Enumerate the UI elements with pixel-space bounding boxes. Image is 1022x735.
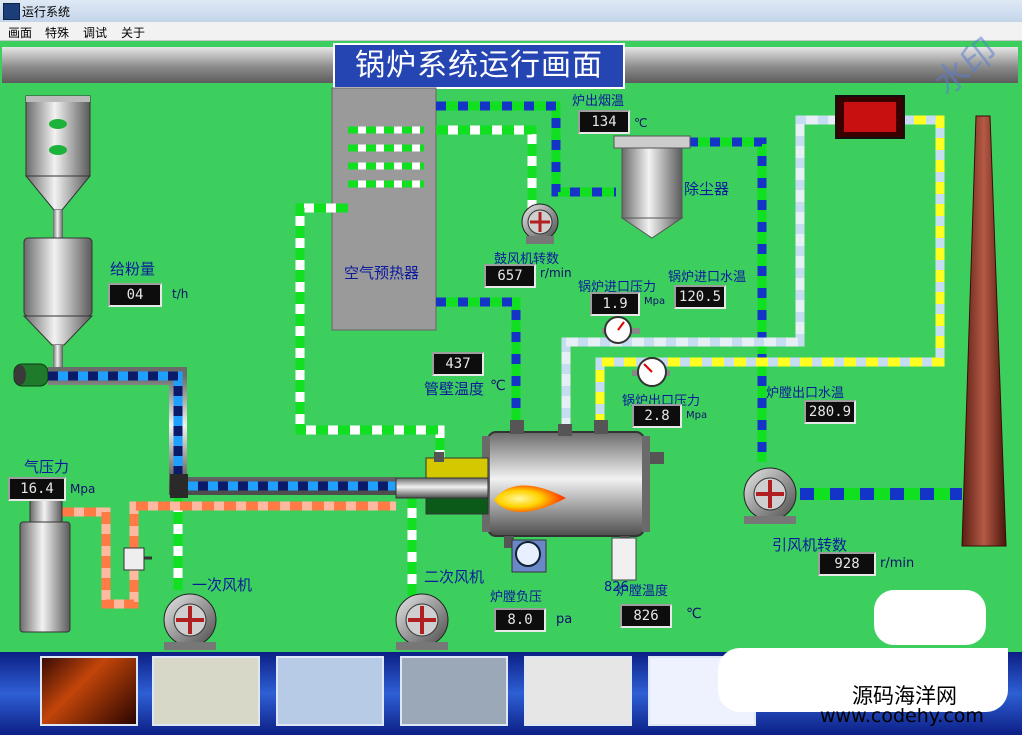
wall-temp-unit: ℃: [490, 378, 506, 394]
blower-speed-value: 657: [484, 264, 536, 288]
outlet-pressure-value: 2.8: [632, 404, 682, 428]
induced-fan: [743, 467, 797, 524]
thumbnail-panel-view[interactable]: [276, 656, 384, 726]
gas-pressure-value: 16.4: [8, 477, 66, 501]
furnace-neg-pressure-unit: pa: [556, 612, 573, 627]
furnace-neg-pressure-label: 炉膛负压: [490, 590, 543, 605]
flue-temp-label: 炉出烟温: [572, 94, 625, 109]
powder-feed-label: 给粉量: [110, 260, 156, 278]
secondary-fan: [395, 593, 449, 650]
blower-speed-unit: r/min: [540, 266, 572, 280]
gas-pressure-unit: Mpa: [70, 482, 96, 496]
preheater-label: 空气预热器: [344, 264, 420, 282]
powder-feed-value: 04: [108, 283, 162, 307]
tee-joint: [170, 474, 188, 498]
coal-hopper-lower: [22, 237, 94, 346]
wall-temp-value: 437: [432, 352, 484, 376]
induced-fan-speed-value: 928: [818, 552, 876, 576]
inlet-pressure-unit: Mpa: [644, 296, 666, 307]
primary-fan-label: 一次风机: [192, 576, 253, 594]
furnace-neg-pressure-value: 8.0: [494, 608, 546, 632]
inlet-water-temp-label: 锅炉进口水温: [668, 270, 747, 285]
feeder-motor: [13, 363, 49, 387]
thumbnail-trend-view[interactable]: [152, 656, 260, 726]
dust-remover: [613, 135, 691, 239]
furnace-temp-unit: ℃: [686, 606, 702, 622]
coal-hopper-upper: [24, 95, 92, 211]
watermark-patch: [874, 590, 986, 645]
watermark-site-url: www.codehy.com: [820, 705, 984, 727]
wall-temp-label: 管壁温度: [424, 380, 485, 398]
primary-fan: [163, 593, 217, 650]
boiler-drum: [482, 420, 664, 548]
outlet-water-temp-label: 炉膛出口水温: [766, 386, 845, 401]
inlet-water-temp-value: 120.5: [674, 285, 726, 309]
flue-temp-unit: ℃: [634, 116, 648, 130]
dust-remover-label: 除尘器: [684, 180, 730, 198]
gas-pressure-label: 气压力: [24, 458, 70, 476]
induced-fan-speed-unit: r/min: [880, 556, 915, 571]
blower-fan: [521, 203, 559, 244]
furnace-temp-value: 826: [620, 604, 672, 628]
inlet-pressure-value: 1.9: [590, 292, 640, 316]
thumbnail-data-view[interactable]: [524, 656, 632, 726]
secondary-fan-label: 二次风机: [424, 568, 485, 586]
furnace-temp-label: 炉膛温度: [616, 584, 669, 599]
furnace-pressure-gauge: [511, 539, 547, 573]
thumbnail-furnace-view[interactable]: [40, 656, 138, 726]
thermometer: [611, 537, 637, 581]
outlet-water-temp-value: 280.9: [804, 400, 856, 424]
gas-tank: [19, 499, 71, 633]
flue-temp-value: 134: [578, 110, 630, 134]
thumbnail-graph-view[interactable]: [400, 656, 508, 726]
outlet-pressure-unit: Mpa: [686, 410, 708, 421]
chimney: [961, 115, 1007, 547]
gas-valve: [123, 547, 152, 571]
powder-feed-unit: t/h: [172, 287, 189, 301]
